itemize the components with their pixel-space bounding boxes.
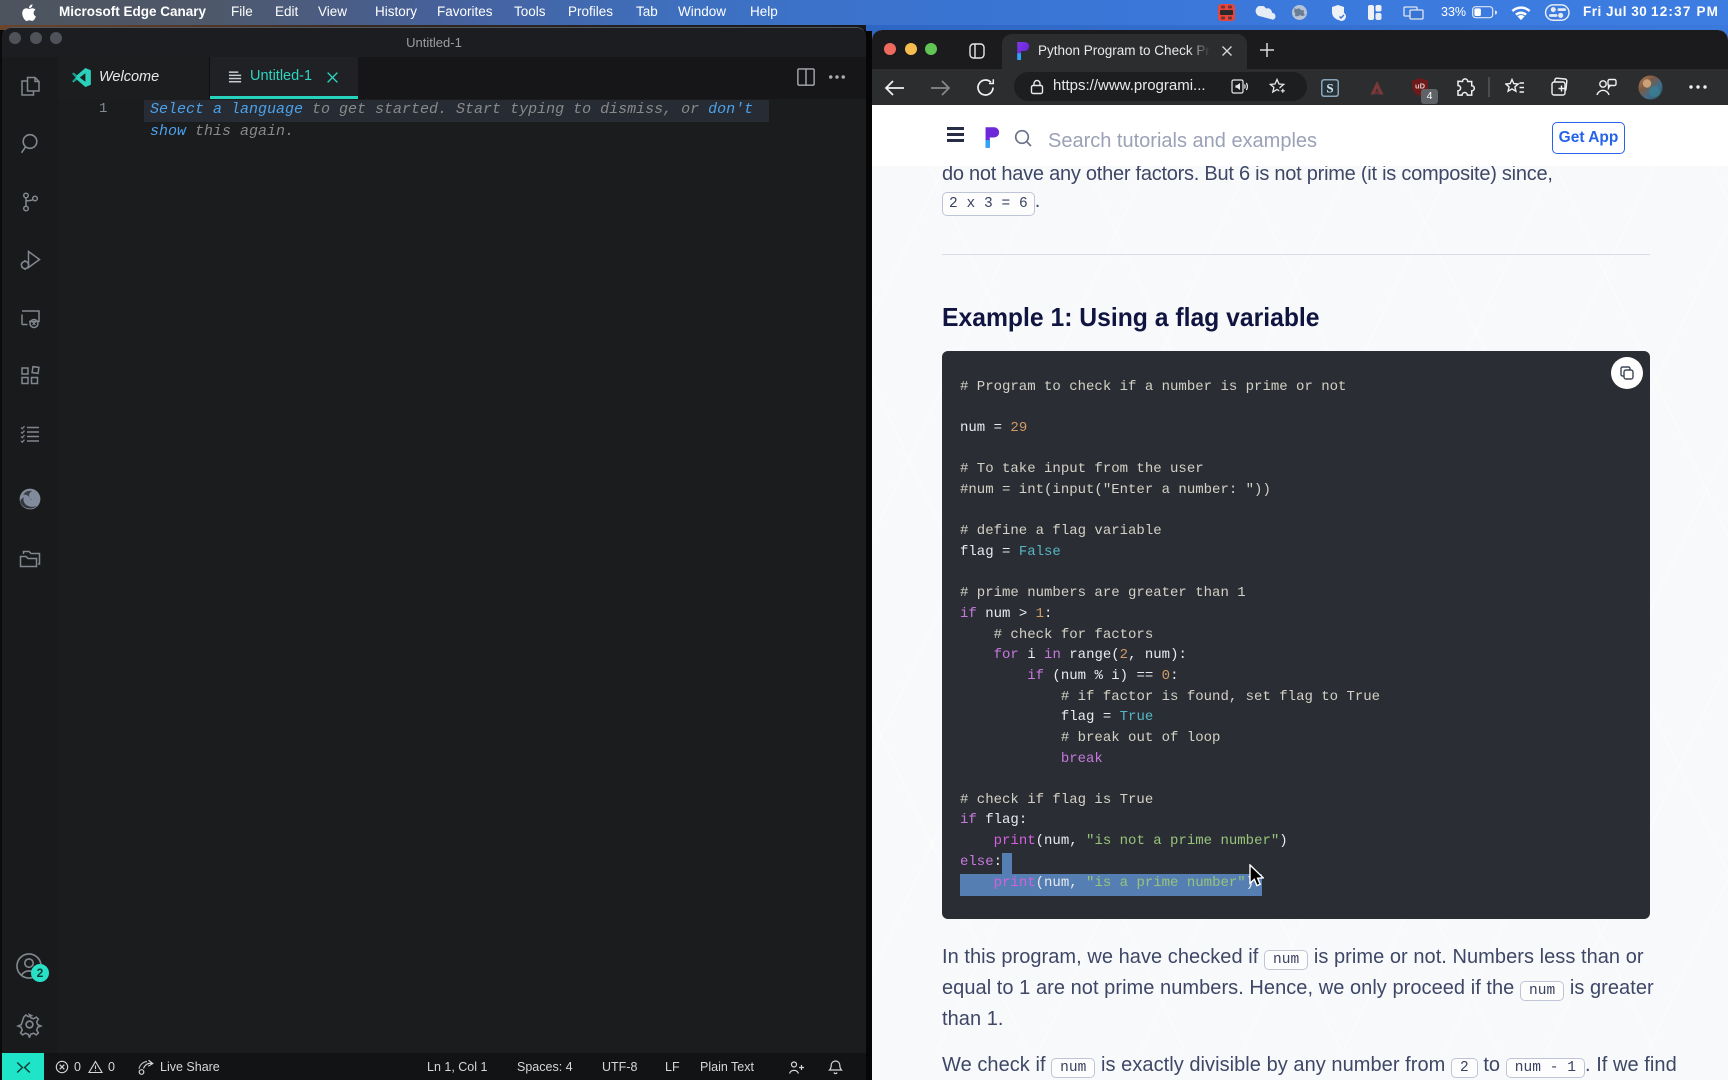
svg-text:S: S (1326, 81, 1333, 96)
